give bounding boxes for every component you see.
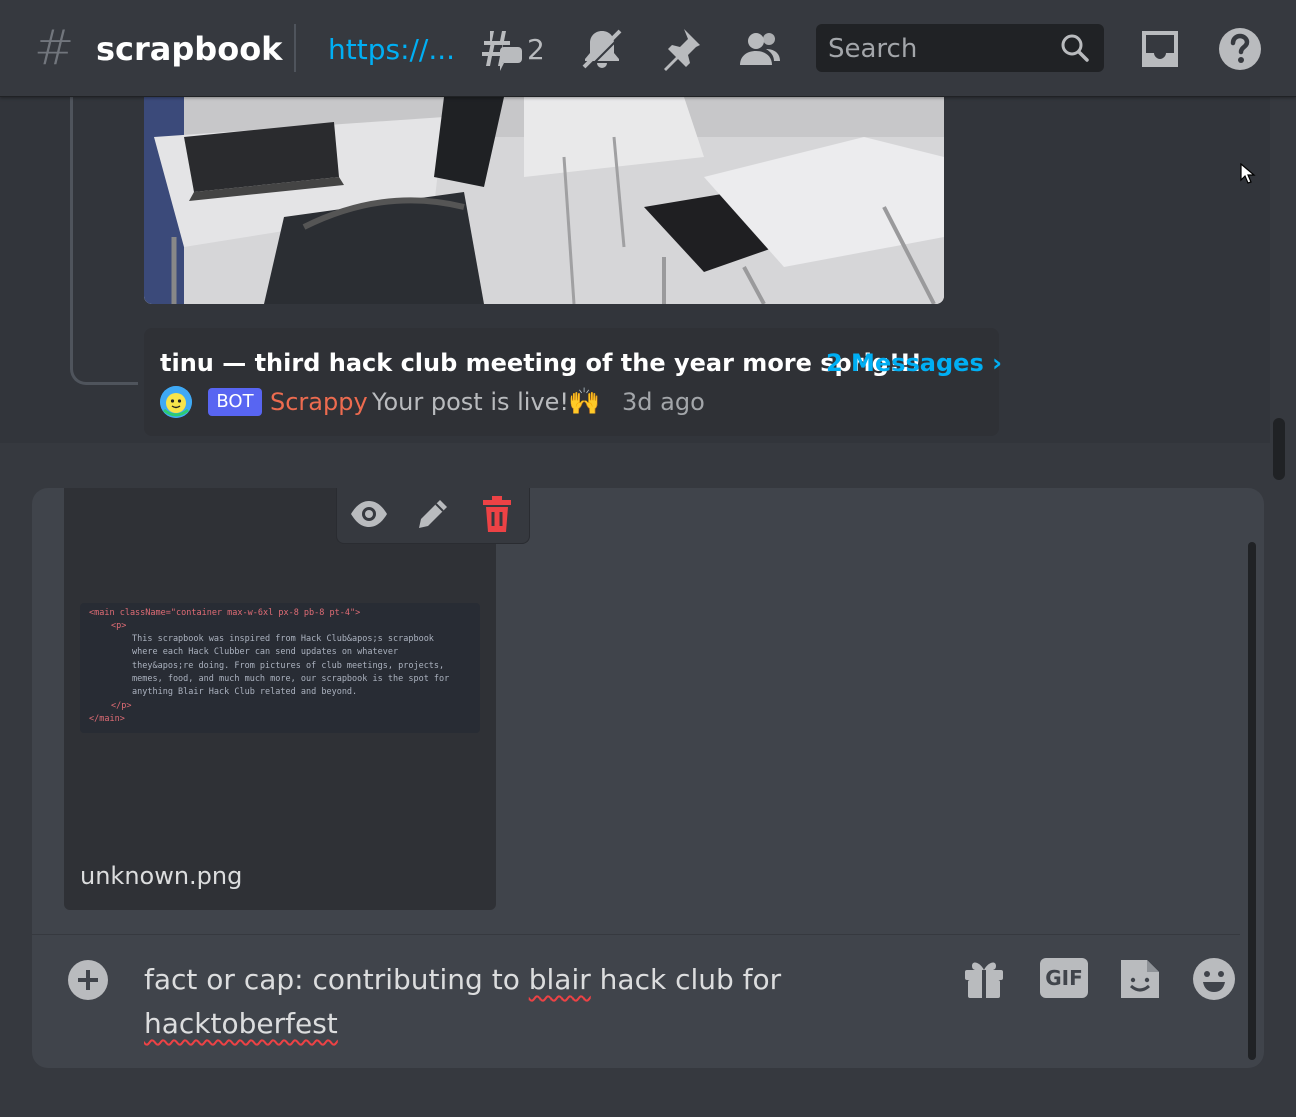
code-line: <p> [111, 621, 127, 631]
bot-badge: BOT [208, 388, 262, 416]
gift-icon[interactable] [961, 956, 1007, 1002]
code-line: </main> [89, 714, 125, 724]
composer-divider [32, 934, 1240, 935]
mute-bell-icon[interactable] [578, 25, 626, 73]
channel-hash-icon: # [34, 20, 75, 76]
thread-last-message: Your post is live! [372, 388, 570, 416]
misspelled-word: blair [528, 963, 591, 996]
trash-icon[interactable] [477, 494, 517, 534]
code-line: </p> [111, 701, 132, 711]
search-icon [1060, 33, 1090, 63]
eye-icon[interactable] [349, 494, 389, 534]
pencil-icon[interactable] [413, 494, 453, 534]
channel-name: scrapbook [96, 30, 283, 68]
add-attachment-button[interactable] [68, 960, 108, 1000]
attachment-image: <main className="container max-w-6xl px-… [80, 603, 480, 733]
help-icon[interactable] [1216, 25, 1264, 73]
search-input[interactable]: Search [816, 24, 1104, 72]
input-text-segment: hack club for [590, 963, 782, 996]
header-divider [294, 24, 296, 72]
gif-button[interactable]: GIF [1040, 958, 1088, 998]
code-line: This scrapbook was inspired from Hack Cl… [132, 634, 434, 644]
search-placeholder: Search [828, 34, 918, 64]
attachment-filename: unknown.png [80, 862, 243, 890]
bot-username[interactable]: Scrappy [270, 384, 368, 420]
code-line: anything Blair Hack Club related and bey… [132, 687, 358, 697]
thread-timestamp: 3d ago [622, 388, 705, 416]
threads-icon[interactable] [476, 25, 524, 73]
code-line: <main className="container max-w-6xl px-… [89, 608, 361, 618]
raised-hands-emoji: 🙌 [568, 387, 601, 417]
members-icon[interactable] [736, 25, 784, 73]
emoji-picker-icon[interactable] [1191, 956, 1237, 1002]
thread-connector [70, 97, 138, 385]
thread-count: 2 [527, 33, 545, 66]
thread-title[interactable]: tinu — third hack club meeting of the ye… [160, 346, 922, 380]
code-line: where each Hack Clubber can send updates… [132, 647, 399, 657]
thread-preview-card[interactable]: tinu — third hack club meeting of the ye… [144, 328, 1002, 436]
message-scrollbar[interactable] [1273, 418, 1285, 480]
code-line: they&apos;re doing. From pictures of clu… [132, 661, 445, 671]
avatar[interactable] [160, 386, 192, 418]
sticker-icon[interactable] [1117, 956, 1163, 1002]
attachment-toolbar [336, 488, 530, 544]
code-line: memes, food, and much much more, our scr… [132, 674, 450, 684]
inbox-icon[interactable] [1136, 25, 1184, 73]
thread-messages-link[interactable]: 2 Messages › [826, 346, 1002, 380]
composer-scrollbar[interactable] [1248, 542, 1256, 1060]
channel-header: # scrapbook https://... 2 Search [0, 0, 1296, 97]
message-input[interactable]: fact or cap: contributing to blair hack … [144, 958, 934, 1046]
input-text-segment: fact or cap: contributing to [144, 963, 529, 996]
message-image[interactable] [144, 97, 944, 304]
pin-icon[interactable] [656, 25, 704, 73]
mouse-cursor-icon [1240, 162, 1256, 185]
misspelled-word: hacktoberfest [144, 1007, 338, 1040]
channel-topic-link[interactable]: https://... [328, 30, 455, 70]
